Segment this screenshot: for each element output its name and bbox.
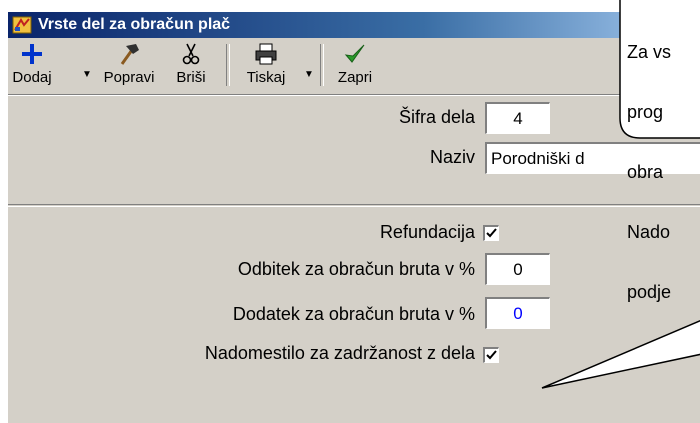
- callout-line: prog: [627, 102, 664, 122]
- toolbar-separator: [320, 44, 324, 86]
- code-value: 4: [513, 108, 523, 128]
- window-title: Vrste del za obračun plač: [38, 16, 231, 33]
- deduction-label: Odbitek za obračun bruta v %: [237, 259, 475, 279]
- addition-field[interactable]: 0: [485, 297, 550, 329]
- check-mark-icon: [486, 228, 497, 238]
- toolbar: Dodaj ▼ Popravi Briši Tiskaj ▼ Zapri: [8, 38, 700, 95]
- edit-button[interactable]: Popravi: [94, 42, 164, 90]
- callout-line: obra: [627, 162, 664, 182]
- callout-line: podje: [627, 282, 672, 302]
- delete-button[interactable]: Briši: [166, 42, 216, 90]
- check-mark-icon: [486, 350, 497, 360]
- code-label: Šifra dela: [398, 107, 475, 127]
- refund-label: Refundacija: [379, 222, 475, 242]
- print-dropdown-arrow[interactable]: ▼: [304, 69, 314, 80]
- callout-line: Za vs: [627, 42, 672, 62]
- refund-checkbox[interactable]: [483, 225, 499, 241]
- details-panel: Refundacija Odbitek za obračun bruta v %…: [8, 204, 700, 423]
- scissors-icon: [182, 43, 200, 65]
- add-button[interactable]: Dodaj: [12, 42, 52, 90]
- callout-line: Nado: [627, 222, 671, 242]
- deduction-value: 0: [513, 259, 523, 279]
- plus-icon: [22, 44, 42, 64]
- deduction-field[interactable]: 0: [485, 253, 550, 285]
- code-field[interactable]: 4: [485, 102, 550, 134]
- hammer-icon: [120, 44, 139, 65]
- main-window: Vrste del za obračun plač Dodaj ▼ Poprav…: [8, 12, 700, 423]
- add-dropdown-arrow[interactable]: ▼: [82, 69, 92, 80]
- toolbar-separator: [226, 44, 230, 86]
- name-value: Porodniški d: [491, 148, 585, 168]
- title-bar[interactable]: Vrste del za obračun plač: [8, 12, 700, 38]
- checkmark-icon: [344, 44, 365, 63]
- print-button[interactable]: Tiskaj: [236, 42, 296, 90]
- header-panel: Šifra dela 4 Naziv Porodniški d: [8, 95, 700, 203]
- compensation-checkbox[interactable]: [483, 347, 499, 363]
- addition-value: 0: [513, 303, 523, 323]
- close-button[interactable]: Zapri: [330, 42, 380, 90]
- printer-icon: [255, 43, 277, 65]
- top-callout-text: Za vs prog obra Nado podje: [627, 2, 671, 322]
- addition-label: Dodatek za obračun bruta v %: [232, 304, 475, 324]
- compensation-label: Nadomestilo za zadržanost z dela: [204, 343, 475, 363]
- name-label: Naziv: [429, 147, 475, 167]
- app-icon: [12, 16, 32, 34]
